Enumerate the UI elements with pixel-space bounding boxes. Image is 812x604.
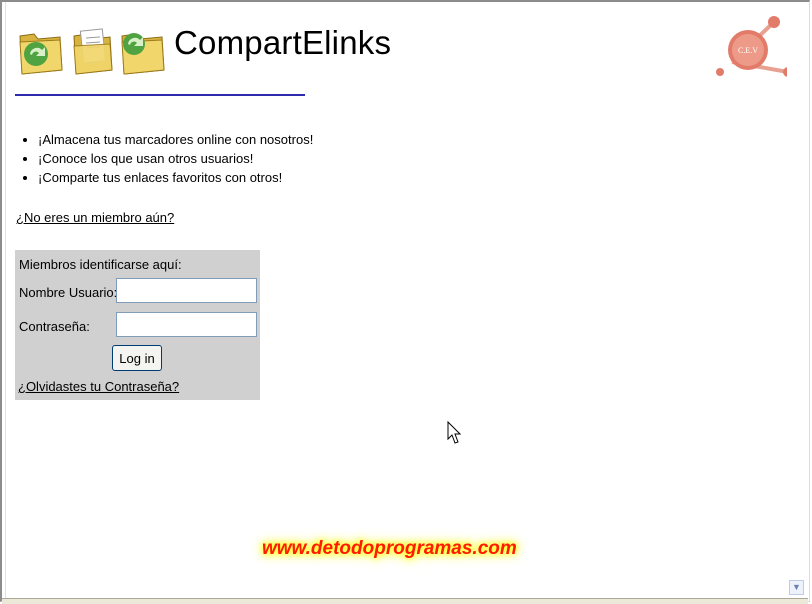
mouse-cursor-icon xyxy=(447,421,461,444)
vertical-scrollbar[interactable] xyxy=(787,2,807,600)
login-form: Miembros identificarse aquí: Nombre Usua… xyxy=(15,250,260,400)
username-input[interactable] xyxy=(116,278,257,303)
site-brand-title: CompartElinks xyxy=(174,24,392,61)
feature-item: ¡Comparte tus enlaces favoritos con otro… xyxy=(38,168,313,187)
folder-refresh-icon xyxy=(121,33,165,75)
feature-item: ¡Almacena tus marcadores online con noso… xyxy=(38,130,313,149)
folder-refresh-icon xyxy=(19,33,63,75)
status-bar xyxy=(2,598,808,604)
not-member-link[interactable]: ¿No eres un miembro aún? xyxy=(16,210,174,225)
site-header: CompartElinks xyxy=(16,18,416,84)
login-title: Miembros identificarse aquí: xyxy=(19,257,182,272)
password-label: Contraseña: xyxy=(19,319,90,334)
scroll-down-arrow-icon[interactable]: ▼ xyxy=(789,580,804,595)
frame-edge xyxy=(5,2,6,600)
login-button[interactable]: Log in xyxy=(112,345,162,371)
header-divider xyxy=(15,94,305,96)
feature-item: ¡Conoce los que usan otros usuarios! xyxy=(38,149,313,168)
feature-list: ¡Almacena tus marcadores online con noso… xyxy=(18,130,313,187)
watermark-text: www.detodoprogramas.com xyxy=(262,538,517,559)
cev-logo-icon: C.E.V xyxy=(716,16,793,77)
cev-logo-text: C.E.V xyxy=(738,46,758,55)
username-label: Nombre Usuario: xyxy=(19,285,118,300)
password-input[interactable] xyxy=(116,312,257,337)
document-icon xyxy=(73,28,113,75)
forgot-password-link[interactable]: ¿Olvidastes tu Contraseña? xyxy=(18,379,179,394)
